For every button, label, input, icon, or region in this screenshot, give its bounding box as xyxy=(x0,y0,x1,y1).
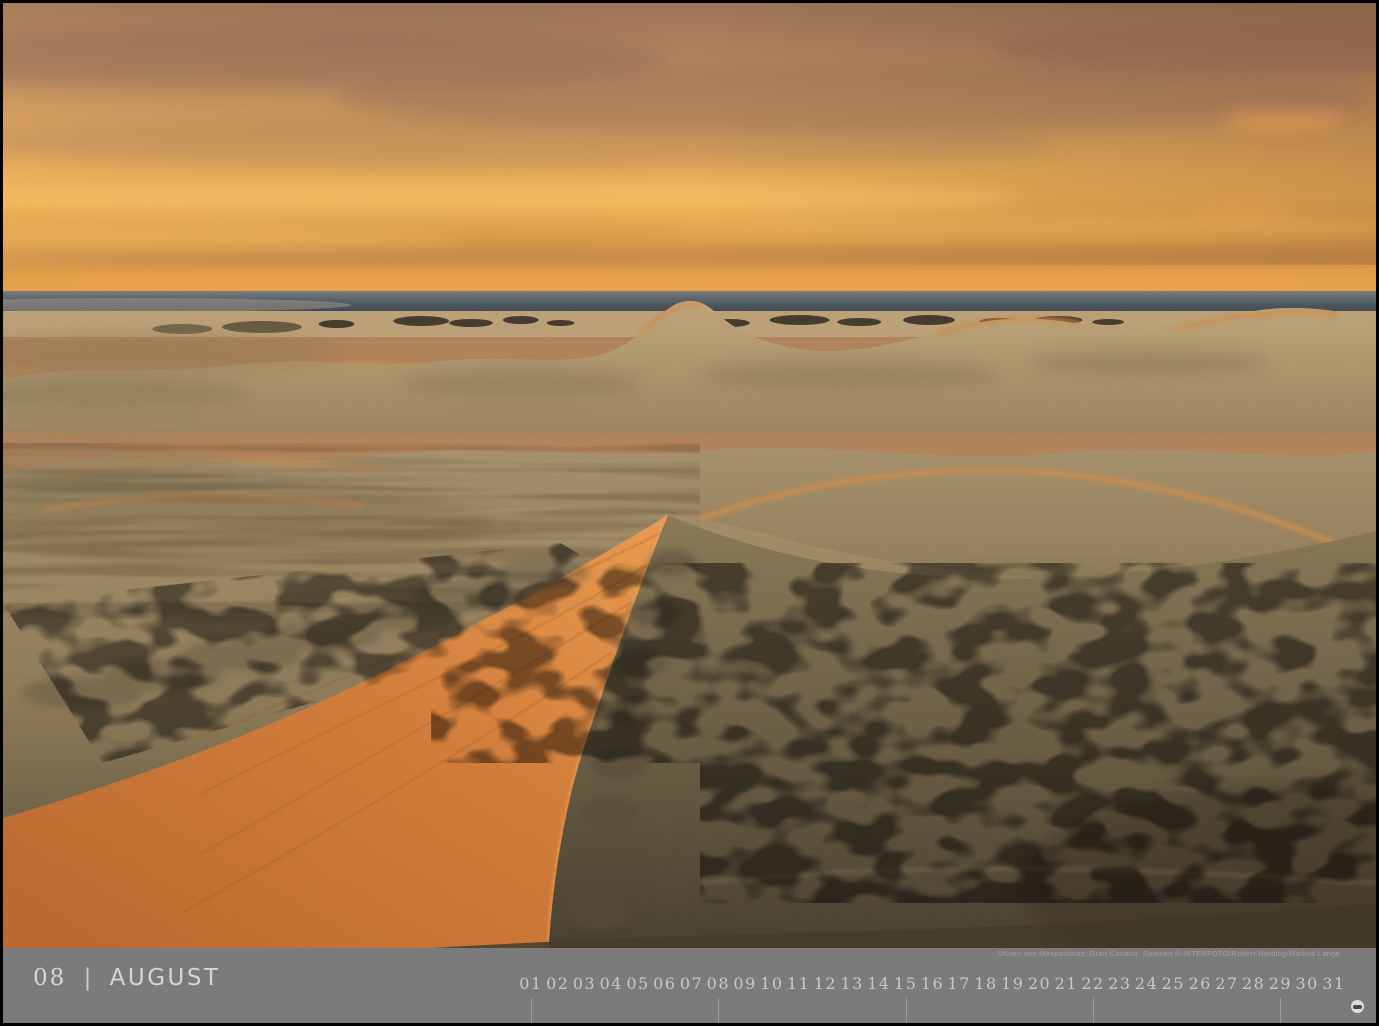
day-03: 03 xyxy=(571,948,598,1023)
day-18: 18 xyxy=(973,948,1000,1023)
day-20: 20 xyxy=(1026,948,1053,1023)
day-05: 05 xyxy=(625,948,652,1023)
day-12: 12 xyxy=(812,948,839,1023)
day-17: 17 xyxy=(946,948,973,1023)
day-24: 24 xyxy=(1133,948,1160,1023)
day-22: 22 xyxy=(1080,948,1107,1023)
day-21: 21 xyxy=(1053,948,1080,1023)
day-25: 25 xyxy=(1160,948,1187,1023)
calendar-page: Dünen von Maspalomas, Gran Canaria, Span… xyxy=(0,0,1379,1026)
month-name: AUGUST xyxy=(110,965,221,991)
day-29: 29 xyxy=(1267,948,1294,1023)
day-04: 04 xyxy=(598,948,625,1023)
calendar-bar: Dünen von Maspalomas, Gran Canaria, Span… xyxy=(3,948,1376,1023)
dunes-sunset-illustration xyxy=(3,3,1376,948)
day-14: 14 xyxy=(866,948,893,1023)
day-28: 28 xyxy=(1240,948,1267,1023)
calendar-photo xyxy=(3,3,1376,948)
day-07: 07 xyxy=(678,948,705,1023)
day-30: 30 xyxy=(1294,948,1321,1023)
day-16: 16 xyxy=(919,948,946,1023)
day-31: 31 xyxy=(1321,948,1348,1023)
day-10: 10 xyxy=(758,948,785,1023)
day-11: 11 xyxy=(785,948,812,1023)
day-09: 09 xyxy=(732,948,759,1023)
day-15: 15 xyxy=(892,948,919,1023)
day-06: 06 xyxy=(651,948,678,1023)
day-26: 26 xyxy=(1187,948,1214,1023)
day-27: 27 xyxy=(1214,948,1241,1023)
month-divider: | xyxy=(84,965,93,991)
month-label: 08 | AUGUST xyxy=(33,965,221,991)
publisher-logo-badge xyxy=(1351,1000,1364,1013)
day-08: 08 xyxy=(705,948,732,1023)
day-01: 01 xyxy=(518,948,545,1023)
publisher-logo-mark xyxy=(1353,1005,1362,1009)
day-19: 19 xyxy=(999,948,1026,1023)
day-02: 02 xyxy=(544,948,571,1023)
month-number: 08 xyxy=(33,965,66,991)
day-23: 23 xyxy=(1106,948,1133,1023)
day-13: 13 xyxy=(839,948,866,1023)
days-row: 0102030405060708091011121314151617181920… xyxy=(518,948,1348,1023)
